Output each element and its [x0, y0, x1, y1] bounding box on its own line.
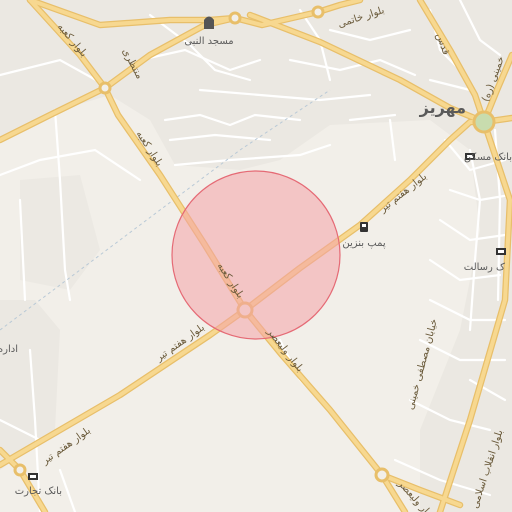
bank-icon[interactable]	[28, 473, 38, 480]
bank-icon[interactable]	[496, 248, 506, 255]
roundabout-park	[472, 110, 496, 134]
highlight-radius-circle[interactable]	[171, 170, 341, 340]
map-canvas[interactable]: مهریز مسجد النبی پمپ بنزین بانک مسکن ک ر…	[0, 0, 512, 512]
city-label[interactable]: مهریز	[419, 98, 466, 117]
gas-station-label[interactable]: پمپ بنزین	[342, 238, 385, 249]
office-label[interactable]: اداره	[0, 344, 18, 355]
bank-resalat-label[interactable]: ک رسالت	[464, 262, 505, 273]
mosque-icon[interactable]	[204, 16, 214, 30]
fuel-icon[interactable]	[360, 222, 368, 232]
map-layer[interactable]: مهریز مسجد النبی پمپ بنزین بانک مسکن ک ر…	[0, 0, 512, 512]
mosque-label[interactable]: مسجد النبی	[184, 36, 233, 47]
bank-maskan-label[interactable]: بانک مسکن	[464, 152, 512, 163]
bank-tejarat-label[interactable]: بانک تجارت	[15, 486, 62, 497]
